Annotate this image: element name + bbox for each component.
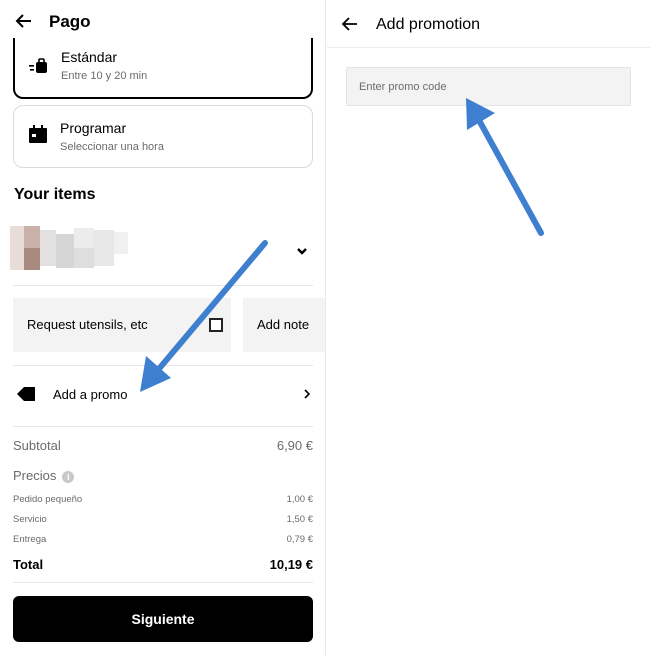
total-label: Total [13, 557, 44, 572]
fee-value: 1,50 € [286, 514, 313, 525]
subtotal-line: Subtotal 6,90 € [13, 438, 313, 453]
prices-label: Precios [13, 468, 57, 483]
items-section-title: Your items [14, 186, 96, 203]
request-utensils-label: Request utensils, etc [27, 317, 148, 332]
delivery-option-title: Programar [60, 120, 127, 136]
delivery-option-title: Estándar [61, 49, 118, 65]
next-button[interactable]: Siguiente [13, 596, 313, 642]
checkout-panel: Pago Estándar Entre 10 y 20 min Programa… [0, 0, 326, 655]
blurred-item-image [10, 226, 130, 270]
fee-label: Entrega [13, 534, 47, 545]
request-utensils-chip[interactable]: Request utensils, etc [13, 298, 231, 352]
fee-value: 0,79 € [286, 534, 313, 545]
prices-line: Precios i [13, 468, 313, 483]
promotion-title: Add promotion [376, 16, 481, 33]
fee-label: Servicio [13, 514, 47, 525]
back-arrow-icon[interactable] [341, 15, 359, 33]
subtotal-label: Subtotal [13, 438, 61, 453]
bag-icon [29, 58, 47, 73]
delivery-option-subtitle: Entre 10 y 20 min [61, 70, 148, 82]
add-note-chip[interactable]: Add note [243, 298, 325, 352]
divider [13, 426, 313, 427]
fee-line: Entrega 0,79 € [13, 534, 313, 545]
promotion-header: Add promotion [327, 0, 650, 48]
delivery-option-subtitle: Seleccionar una hora [60, 141, 164, 153]
fee-label: Pedido pequeño [13, 494, 83, 505]
add-promo-row[interactable]: Add a promo [13, 370, 313, 420]
add-promo-label: Add a promo [53, 387, 128, 402]
back-arrow-icon[interactable] [14, 11, 34, 31]
info-icon[interactable]: i [62, 471, 75, 483]
calendar-icon [29, 125, 47, 143]
divider [13, 365, 313, 366]
add-promotion-panel: Add promotion [327, 0, 650, 655]
subtotal-value: 6,90 € [276, 438, 313, 453]
page-title: Pago [49, 12, 91, 31]
chevron-right-icon [304, 389, 311, 399]
total-value: 10,19 € [269, 557, 313, 572]
tag-icon [17, 387, 35, 401]
promo-code-input[interactable] [346, 67, 631, 106]
delivery-option-schedule[interactable]: Programar Seleccionar una hora [13, 105, 313, 168]
delivery-option-standard[interactable]: Estándar Entre 10 y 20 min [13, 38, 313, 99]
utensils-checkbox[interactable] [209, 318, 223, 332]
divider [13, 285, 313, 286]
fee-value: 1,00 € [286, 494, 313, 505]
total-line: Total 10,19 € [13, 557, 313, 572]
fee-line: Servicio 1,50 € [13, 514, 313, 525]
fee-line: Pedido pequeño 1,00 € [13, 494, 313, 505]
chevron-down-icon[interactable] [296, 245, 308, 257]
add-note-label: Add note [257, 317, 310, 332]
divider [13, 582, 313, 583]
